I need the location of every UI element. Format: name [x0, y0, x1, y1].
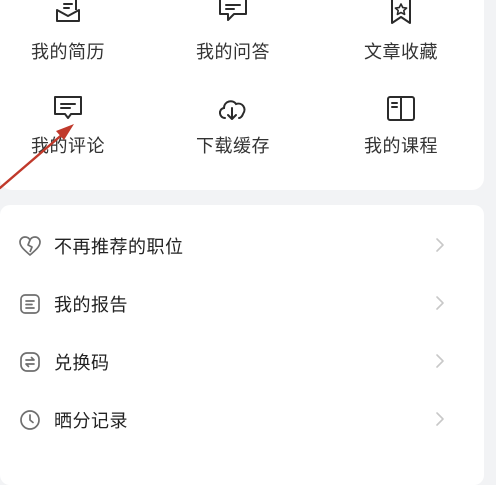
- menu-item-my-reports[interactable]: 我的报告: [0, 275, 484, 333]
- grid-item-downloads[interactable]: 下载缓存: [168, 94, 298, 158]
- chevron-right-icon: [436, 412, 444, 426]
- chevron-right-icon: [436, 296, 444, 310]
- grid-item-label: 我的课程: [364, 136, 438, 157]
- grid-item-label: 我的简历: [31, 42, 105, 63]
- grid-item-qa[interactable]: 我的问答: [168, 0, 298, 64]
- clock-icon: [20, 410, 40, 430]
- menu-item-label: 不再推荐的职位: [54, 237, 184, 258]
- chevron-right-icon: [436, 238, 444, 252]
- cloud-download-icon: [219, 100, 246, 120]
- grid-item-resume[interactable]: 我的简历: [3, 0, 133, 64]
- grid-item-label: 文章收藏: [364, 42, 438, 63]
- bookmark-icon: [391, 0, 411, 24]
- menu-item-label: 我的报告: [54, 295, 128, 316]
- broken-heart-icon: [19, 236, 41, 256]
- menu-item-score-records[interactable]: 晒分记录: [0, 391, 484, 449]
- book-icon: [387, 96, 415, 121]
- menu-item-unrecommended-jobs[interactable]: 不再推荐的职位: [0, 217, 484, 275]
- menu-item-label: 晒分记录: [54, 411, 128, 432]
- grid-item-comments[interactable]: 我的评论: [3, 94, 133, 158]
- grid-item-courses[interactable]: 我的课程: [336, 94, 466, 158]
- grid-item-label: 我的评论: [31, 136, 105, 157]
- chevron-right-icon: [436, 354, 444, 368]
- menu-item-redeem-code[interactable]: 兑换码: [0, 333, 484, 391]
- resume-icon: [56, 0, 80, 22]
- feature-grid-card: 我的简历 我的问答 文章收藏 我的评论 下载缓存 我的课程: [0, 0, 484, 190]
- exchange-icon: [20, 352, 40, 372]
- grid-item-favorites[interactable]: 文章收藏: [336, 0, 466, 64]
- report-icon: [20, 294, 40, 314]
- chat-icon: [219, 0, 247, 21]
- menu-list-card: 不再推荐的职位 我的报告 兑换码 晒分记录: [0, 205, 484, 485]
- grid-item-label: 我的问答: [196, 42, 270, 63]
- grid-item-label: 下载缓存: [196, 136, 270, 157]
- menu-item-label: 兑换码: [54, 353, 110, 374]
- comment-icon: [54, 96, 82, 119]
